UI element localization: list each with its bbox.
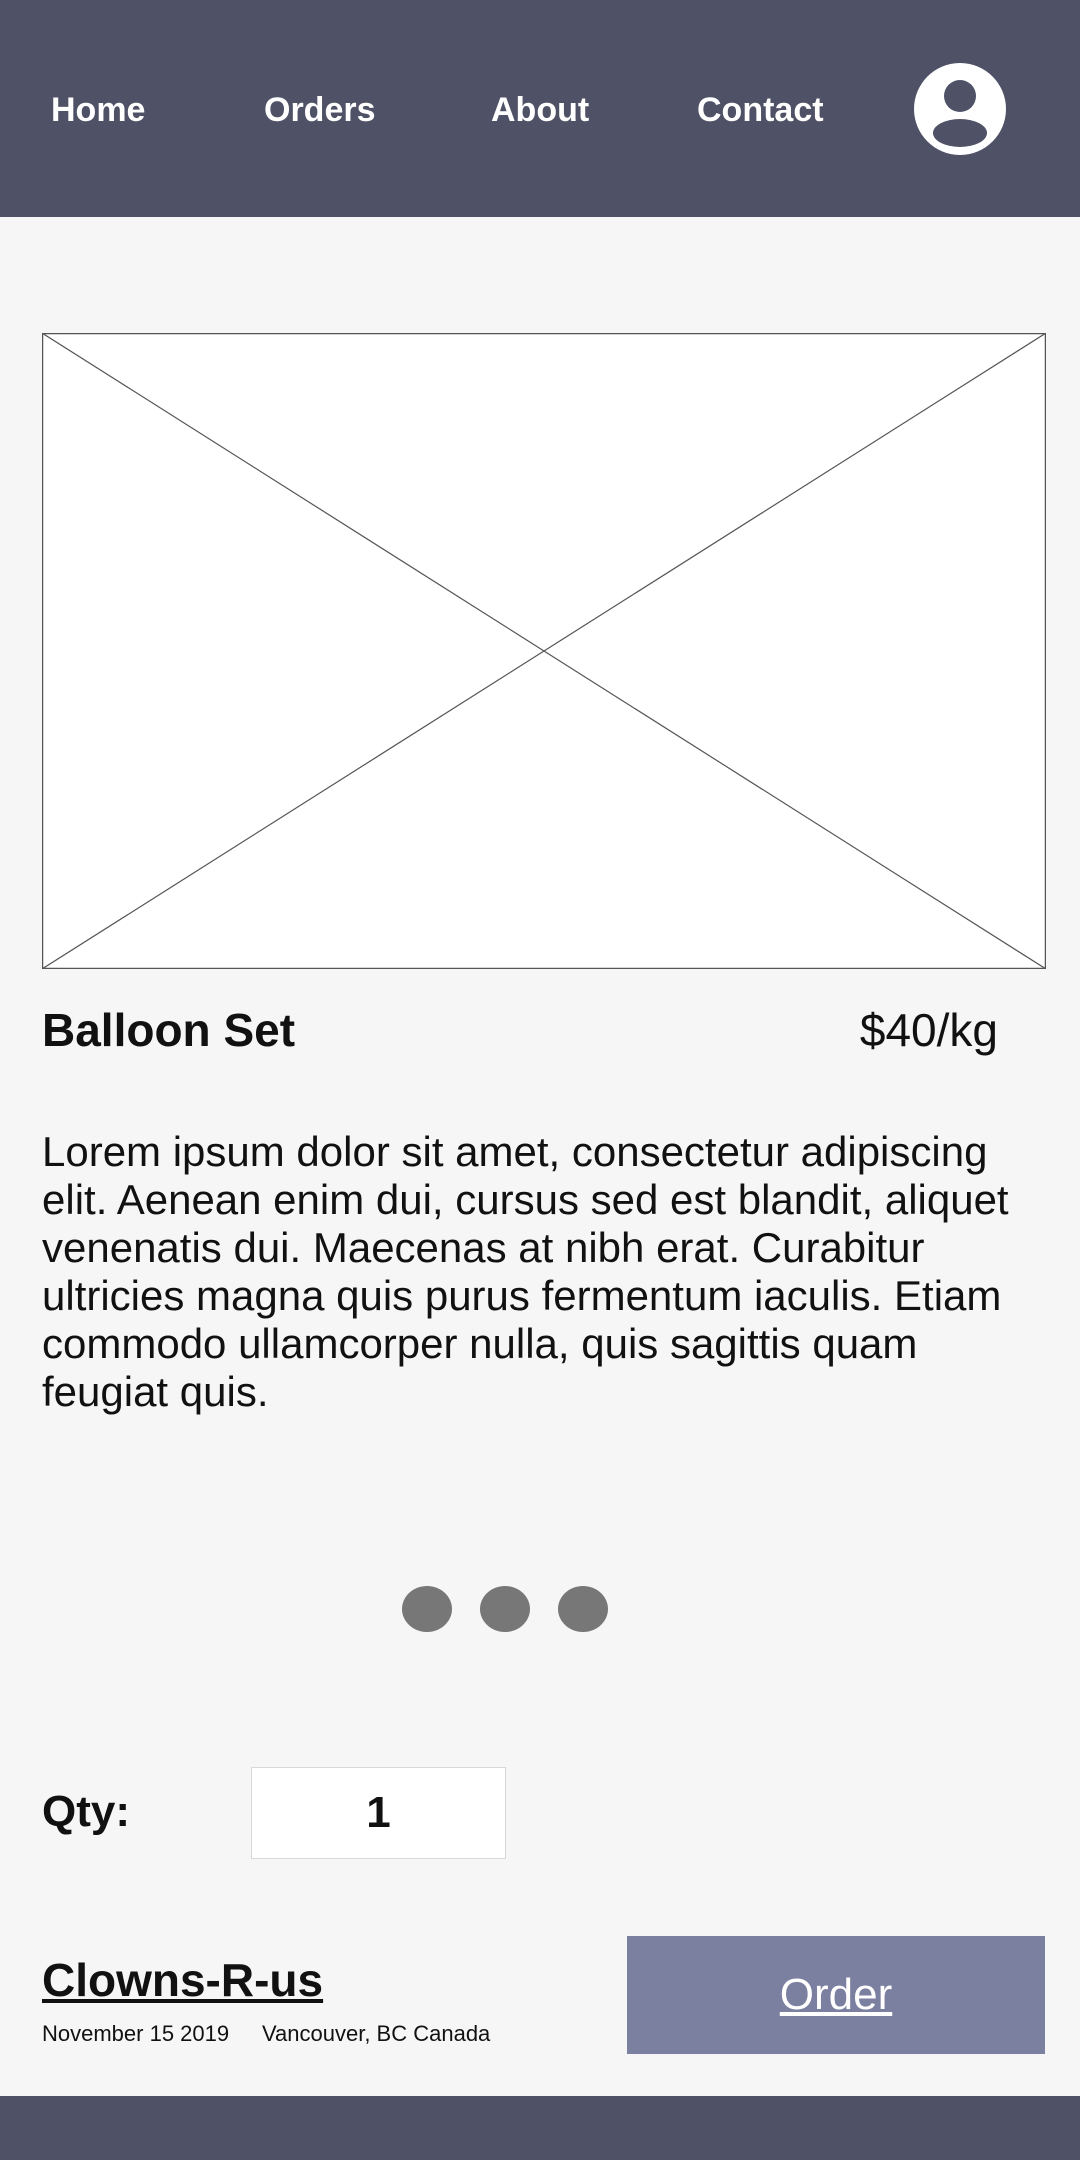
product-price: $40/kg — [859, 1004, 998, 1056]
quantity-label: Qty: — [42, 1787, 130, 1836]
image-placeholder-icon — [41, 332, 1047, 970]
carousel-dot[interactable] — [558, 1586, 608, 1632]
product-title: Balloon Set — [42, 1004, 296, 1056]
nav-orders-link[interactable]: Orders — [264, 86, 376, 134]
user-avatar-svg — [914, 63, 1006, 155]
top-nav-bar: Home Orders About Contact — [0, 0, 1080, 217]
nav-contact-link[interactable]: Contact — [697, 86, 824, 134]
brand-location: Vancouver, BC Canada — [262, 2021, 491, 2046]
image-placeholder-svg — [41, 332, 1047, 970]
brand-link[interactable]: Clowns-R-us — [42, 1952, 323, 2008]
carousel-dot[interactable] — [480, 1586, 530, 1632]
nav-home-link[interactable]: Home — [51, 86, 145, 134]
quantity-input[interactable] — [251, 1767, 506, 1859]
bottom-bar — [0, 2096, 1080, 2160]
product-description: Lorem ipsum dolor sit amet, consectetur … — [42, 1128, 1009, 1415]
carousel-dot[interactable] — [402, 1586, 452, 1632]
order-button[interactable]: Order — [627, 1936, 1045, 2054]
user-avatar-icon[interactable] — [914, 63, 1006, 155]
brand-date: November 15 2019 — [42, 2021, 230, 2046]
nav-about-link[interactable]: About — [491, 86, 589, 134]
